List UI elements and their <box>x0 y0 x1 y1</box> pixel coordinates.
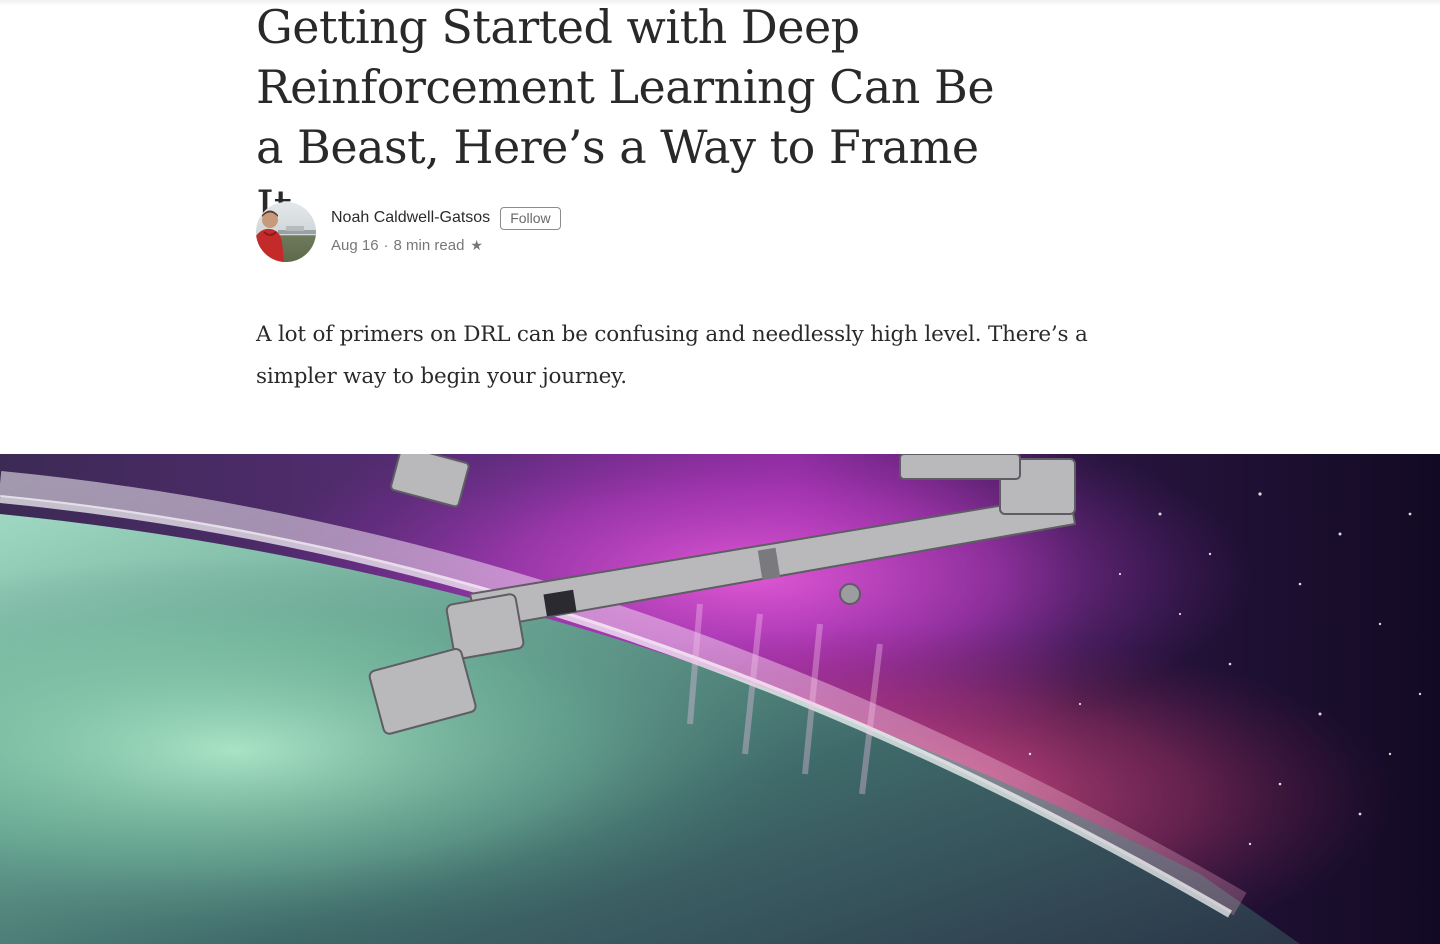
post-meta: Aug 16 · 8 min read ★ <box>331 235 561 255</box>
hero-image <box>0 454 1440 944</box>
follow-button[interactable]: Follow <box>500 206 561 230</box>
author-avatar[interactable] <box>256 202 316 262</box>
author-avatar-photo-icon <box>256 202 316 262</box>
byline: Noah Caldwell-Gatsos Follow Aug 16 · 8 m… <box>256 202 856 262</box>
byline-meta: Noah Caldwell-Gatsos Follow Aug 16 · 8 m… <box>331 206 561 255</box>
author-name-link[interactable]: Noah Caldwell-Gatsos <box>331 209 490 227</box>
read-time: 8 min read <box>393 236 465 254</box>
aurora-space-station-arm-photo-icon <box>0 454 1440 944</box>
post-date[interactable]: Aug 16 <box>331 237 379 254</box>
meta-separator: · <box>383 236 389 254</box>
author-row: Noah Caldwell-Gatsos Follow <box>331 206 561 230</box>
star-icon: ★ <box>470 236 483 253</box>
article-subtitle: A lot of primers on DRL can be confusing… <box>256 322 1088 389</box>
